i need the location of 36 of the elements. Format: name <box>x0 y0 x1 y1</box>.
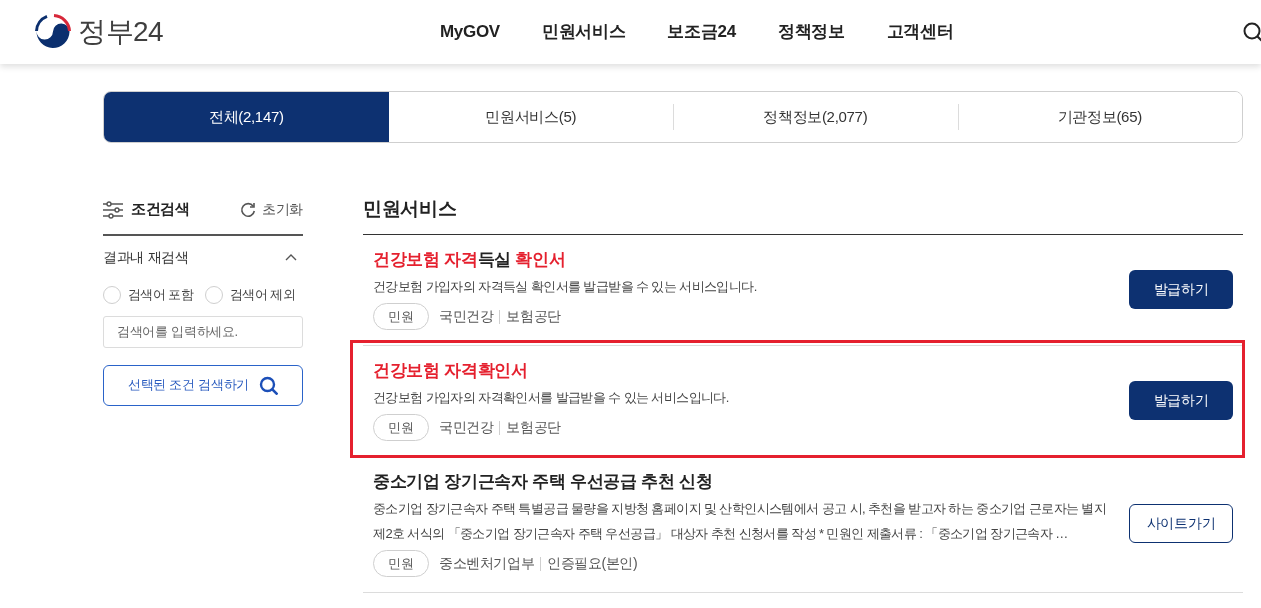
logo-icon[interactable] <box>35 14 71 50</box>
result-title[interactable]: 건강보험 자격확인서 <box>373 359 528 383</box>
nav-link[interactable]: 정책정보 <box>777 19 845 45</box>
filter-tab[interactable]: 기관정보(65) <box>957 92 1242 142</box>
nav-link[interactable]: 고객센터 <box>886 19 954 45</box>
radio-label: 검색어 포함 <box>128 286 193 304</box>
reset-button[interactable]: 초기화 <box>239 199 303 220</box>
search-conditions-button[interactable]: 선택된 조건 검색하기 <box>103 364 303 406</box>
radio-label: 검색어 제외 <box>230 286 296 304</box>
search-icon[interactable] <box>1243 22 1261 42</box>
nav-link[interactable]: MyGOV <box>440 19 500 45</box>
section-heading: 민원서비스 <box>363 197 457 222</box>
result-description: 건강보험 가입자의 자격득실 확인서를 발급받을 수 있는 서비스입니다. <box>373 278 757 296</box>
refresh-icon <box>239 201 256 218</box>
search-input[interactable]: 검색어를 입력하세요. <box>103 315 303 348</box>
section-toggle[interactable]: 결과내 재검색 <box>103 236 303 278</box>
action-button[interactable]: 사이트가기 <box>1129 504 1233 543</box>
action-button[interactable]: 발급하기 <box>1129 380 1233 420</box>
org-label: 보험공단 <box>506 418 561 437</box>
org-label: 국민건강 <box>439 307 494 326</box>
action-button[interactable]: 발급하기 <box>1129 269 1233 309</box>
nav-link[interactable]: 보조금24 <box>667 19 736 45</box>
result-description: 건강보험 가입자의 자격확인서를 발급받을 수 있는 서비스입니다. <box>373 389 729 407</box>
sliders-icon <box>103 200 123 219</box>
filter-title: 조건검색 <box>131 199 190 220</box>
search-icon <box>258 375 278 395</box>
nav-link[interactable]: 민원서비스 <box>541 19 626 45</box>
org-label: 인증필요(본인) <box>547 554 638 573</box>
filter-tab[interactable]: 전체(2,147) <box>104 92 389 142</box>
org-label: 중소벤처기업부 <box>439 554 535 573</box>
result-title[interactable]: 중소기업 장기근속자 주택 우선공급 추천 신청 <box>373 470 713 494</box>
logo-text[interactable]: 정부24 <box>78 18 164 46</box>
org-label: 국민건강 <box>439 418 494 437</box>
result-description: 중소기업 장기근속자 주택 특별공급 물량을 지방청 홈페이지 및 산학인시스템에서 공고 시, 추천을 받고자 하는 중소기업 근로자는 별지 제2호 서식의 「중소기업 장기근속자 주택 우선공급」 대상자 추천 신청서를 작성 * 민원인 제출서류 : 「중소기업 장기근속자 … <box>373 500 1108 543</box>
result-title[interactable]: 건강보험 자격득실 확인서 <box>373 248 566 272</box>
org-label: 보험공단 <box>506 307 561 326</box>
